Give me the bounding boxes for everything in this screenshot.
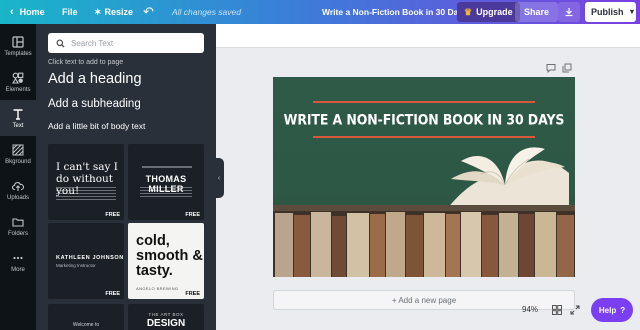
book-spines-image [273,211,575,277]
share-button[interactable]: Share [515,2,559,22]
rail-label: Bkground [5,158,31,165]
collapse-panel-button[interactable]: ‹ [214,158,224,198]
text-template-tile[interactable]: cold, smooth & tasty. ANGELO BREWING FRE… [128,223,204,299]
add-body-text-button[interactable]: Add a little bit of body text [48,121,145,131]
side-rail: Templates Elements Text Bkground Uploads… [0,24,36,330]
template-preview-text: cold, smooth & tasty. [136,233,203,279]
save-status: All changes saved [172,7,241,17]
background-icon [12,144,24,155]
text-icon [13,108,23,120]
upgrade-button[interactable]: ♛ Upgrade [457,2,520,22]
text-template-tile[interactable]: I can't say I do without you! FREE [48,144,124,220]
download-button[interactable] [558,2,580,22]
template-preview-subtext: ANGELO BREWING [136,286,179,291]
rail-item-uploads[interactable]: Uploads [0,172,36,208]
template-preview-subtext: THE ART BOX [148,312,184,317]
rail-label: Text [12,122,24,129]
question-icon: ? [620,305,626,315]
text-template-tile[interactable]: THE ART BOX DESIGN [128,304,204,330]
template-preview-text: DESIGN [146,318,186,329]
template-preview-text: KATHLEEN JOHNSON [56,255,124,261]
search-box[interactable] [48,33,204,53]
free-badge: FREE [185,291,200,297]
page-tools [546,63,572,73]
rail-item-templates[interactable]: Templates [0,28,36,64]
title-rule-bottom [313,136,535,138]
publish-label: Publish [591,7,624,17]
template-preview-subtext: Marketing Instructor [56,263,96,268]
template-placeholder-lines [142,166,192,168]
top-bar: ‹ Home File ✶ Resize ↶ All changes saved… [0,0,640,24]
undo-icon[interactable]: ↶ [143,0,154,24]
templates-icon [12,35,24,48]
chevron-down-icon: ▼ [628,8,636,16]
home-label: Home [19,7,45,17]
design-canvas[interactable]: WRITE A NON-FICTION BOOK IN 30 DAYS [273,77,575,277]
resize-label: Resize [104,7,134,17]
open-book-image [447,147,569,209]
rail-item-elements[interactable]: Elements [0,64,36,100]
rail-label: Folders [7,230,28,237]
duplicate-page-icon[interactable] [562,63,572,73]
download-icon [565,8,573,17]
rail-label: Uploads [6,194,29,201]
fullscreen-icon[interactable] [570,305,580,315]
rail-label: More [11,266,25,273]
text-panel: Click text to add to page Add a heading … [36,24,216,330]
rail-item-more[interactable]: More [0,244,36,280]
title-rule-top [313,101,535,103]
help-button[interactable]: Help ? [591,298,633,322]
folder-icon [12,217,24,227]
template-preview-subtext: Welcome to [72,322,100,328]
crown-icon: ♛ [464,6,473,17]
free-badge: FREE [105,212,120,218]
rail-item-text[interactable]: Text [0,100,36,136]
search-icon [56,39,65,48]
file-menu-button[interactable]: File [62,0,78,24]
zoom-level[interactable]: 94% [522,305,538,314]
add-heading-button[interactable]: Add a heading [48,71,142,87]
text-template-tile[interactable]: Welcome to [48,304,124,330]
upgrade-label: Upgrade [476,7,513,17]
free-badge: FREE [185,212,200,218]
text-template-tile[interactable]: THOMAS MILLER FREE [128,144,204,220]
rail-item-folders[interactable]: Folders [0,208,36,244]
template-placeholder-lines [140,187,192,197]
comment-icon[interactable] [546,63,556,73]
free-badge: FREE [105,291,120,297]
document-title[interactable]: Write a Non-Fiction Book in 30 Days [322,0,468,24]
grid-view-icon[interactable] [552,305,562,315]
search-input[interactable] [71,38,191,48]
rail-label: Templates [4,50,32,57]
add-subheading-button[interactable]: Add a subheading [48,98,141,110]
sparkle-icon: ✶ [94,6,102,17]
home-button[interactable]: ‹ Home [10,0,45,24]
editor-toolbar [216,24,640,48]
text-template-tile[interactable]: KATHLEEN JOHNSON Marketing Instructor FR… [48,223,124,299]
help-label: Help [598,305,617,315]
rail-item-background[interactable]: Bkground [0,136,36,172]
rail-label: Elements [5,86,31,93]
template-placeholder-lines [56,187,116,201]
chevron-left-icon: ‹ [10,6,14,18]
resize-button[interactable]: ✶ Resize [94,0,133,24]
uploads-icon [12,181,24,191]
chevron-left-icon: ‹ [217,174,221,182]
more-icon [13,256,23,259]
publish-button[interactable]: Publish ▼ [585,2,636,22]
elements-icon [12,72,24,84]
canvas-title[interactable]: WRITE A NON-FICTION BOOK IN 30 DAYS [273,111,575,128]
panel-hint: Click text to add to page [48,59,124,66]
